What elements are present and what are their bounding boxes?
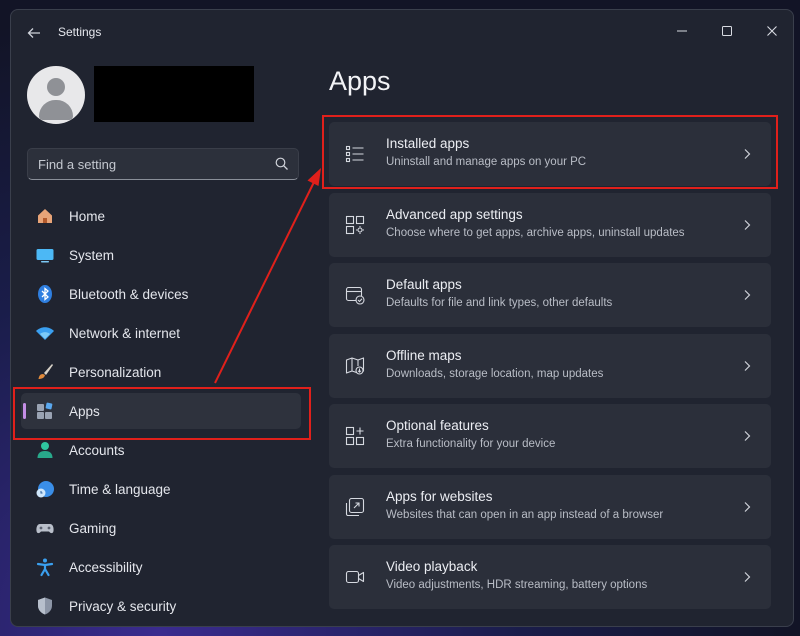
avatar-body — [39, 100, 73, 120]
apps-icon — [35, 401, 55, 421]
brush-icon — [35, 362, 55, 382]
gamepad-icon — [35, 518, 55, 538]
card-video-playback[interactable]: Video playback Video adjustments, HDR st… — [329, 545, 771, 609]
title-bar: Settings — [11, 10, 793, 56]
list-icon — [345, 145, 364, 163]
open-in-app-icon — [345, 497, 365, 516]
sidebar-item-apps[interactable]: Apps — [21, 393, 301, 429]
clock-globe-icon — [35, 479, 55, 499]
accessibility-icon — [35, 557, 55, 577]
card-default-apps[interactable]: Default apps Defaults for file and link … — [329, 263, 771, 327]
chevron-right-icon — [744, 219, 751, 230]
chevron-right-icon — [744, 572, 751, 582]
search-icon[interactable] — [274, 156, 290, 172]
sidebar-item-gaming[interactable]: Gaming — [21, 510, 301, 546]
maximize-icon — [722, 26, 732, 36]
close-button[interactable] — [752, 18, 792, 46]
chevron-right-icon — [744, 501, 751, 512]
card-title: Apps for websites — [386, 488, 493, 504]
home-icon — [35, 206, 55, 226]
card-description: Extra functionality for your device — [386, 438, 556, 450]
sidebar-item-label: Network & internet — [69, 325, 181, 341]
search-box[interactable] — [27, 148, 299, 180]
sidebar-item-label: Accounts — [69, 442, 125, 458]
card-title: Optional features — [386, 418, 489, 433]
back-button[interactable] — [23, 22, 45, 44]
video-icon — [345, 570, 365, 584]
system-icon — [35, 245, 55, 265]
selection-indicator — [23, 403, 26, 419]
sidebar-item-label: Time & language — [69, 481, 171, 497]
sidebar-item-home[interactable]: Home — [21, 198, 301, 234]
sidebar-item-system[interactable]: System — [21, 237, 301, 273]
card-optional-features[interactable]: Optional features Extra functionality fo… — [329, 404, 771, 468]
app-title: Settings — [58, 25, 102, 39]
card-title: Advanced app settings — [386, 206, 523, 222]
optional-features-icon — [345, 426, 365, 446]
sidebar-item-label: Personalization — [69, 364, 162, 380]
bluetooth-icon — [35, 284, 55, 304]
card-description: Video adjustments, HDR streaming, batter… — [386, 579, 648, 591]
close-icon — [767, 26, 777, 36]
sidebar-item-label: Gaming — [69, 520, 117, 536]
sidebar-item-time-language[interactable]: Time & language — [21, 471, 301, 507]
card-title: Offline maps — [386, 347, 462, 363]
maximize-button[interactable] — [707, 18, 747, 46]
sidebar-item-bluetooth[interactable]: Bluetooth & devices — [21, 276, 301, 312]
card-offline-maps[interactable]: Offline maps Downloads, storage location… — [329, 333, 771, 398]
sidebar-item-label: System — [69, 247, 115, 263]
chevron-right-icon — [744, 290, 751, 300]
minimize-button[interactable] — [662, 18, 702, 46]
sidebar-item-network[interactable]: Network & internet — [21, 315, 301, 351]
card-apps-for-websites[interactable]: Apps for websites Websites that can open… — [329, 474, 771, 539]
card-description: Uninstall and manage apps on your PC — [386, 156, 587, 168]
sidebar-nav: Home System Bluetooth & devices Network … — [21, 198, 311, 626]
search-input[interactable] — [28, 149, 264, 179]
shield-icon — [35, 596, 55, 616]
sidebar-item-accessibility[interactable]: Accessibility — [21, 549, 301, 585]
card-title: Installed apps — [386, 136, 470, 151]
sidebar-item-label: Accessibility — [69, 559, 143, 575]
chevron-right-icon — [744, 431, 751, 441]
card-description: Choose where to get apps, archive apps, … — [386, 226, 685, 239]
app-settings-icon — [345, 215, 365, 234]
sidebar-item-label: Apps — [69, 403, 100, 419]
minimize-icon — [677, 30, 687, 32]
accounts-icon — [35, 440, 55, 460]
default-apps-icon — [345, 286, 365, 305]
page-title: Apps — [329, 66, 391, 96]
card-title: Video playback — [386, 559, 478, 574]
avatar[interactable] — [27, 66, 85, 124]
sidebar-item-accounts[interactable]: Accounts — [21, 432, 301, 468]
chevron-right-icon — [744, 149, 751, 159]
map-icon — [345, 356, 365, 375]
back-arrow-icon — [27, 28, 40, 38]
sidebar-item-privacy-security[interactable]: Privacy & security — [21, 588, 301, 624]
settings-card-list: Installed apps Uninstall and manage apps… — [329, 122, 771, 616]
settings-window: Settings Home — [10, 9, 794, 627]
card-description: Websites that can open in an app instead… — [386, 508, 664, 521]
avatar-head — [47, 78, 65, 96]
sidebar-item-label: Bluetooth & devices — [69, 286, 189, 302]
card-description: Downloads, storage location, map updates — [386, 367, 604, 380]
card-advanced-app-settings[interactable]: Advanced app settings Choose where to ge… — [329, 192, 771, 257]
wifi-icon — [35, 323, 55, 343]
sidebar-item-personalization[interactable]: Personalization — [21, 354, 301, 390]
card-title: Default apps — [386, 277, 462, 292]
card-description: Defaults for file and link types, other … — [386, 297, 613, 309]
sidebar-item-label: Home — [69, 208, 106, 224]
card-installed-apps[interactable]: Installed apps Uninstall and manage apps… — [329, 122, 771, 186]
chevron-right-icon — [744, 360, 751, 371]
profile-name-redacted — [94, 66, 254, 122]
sidebar-item-label: Privacy & security — [69, 598, 177, 614]
